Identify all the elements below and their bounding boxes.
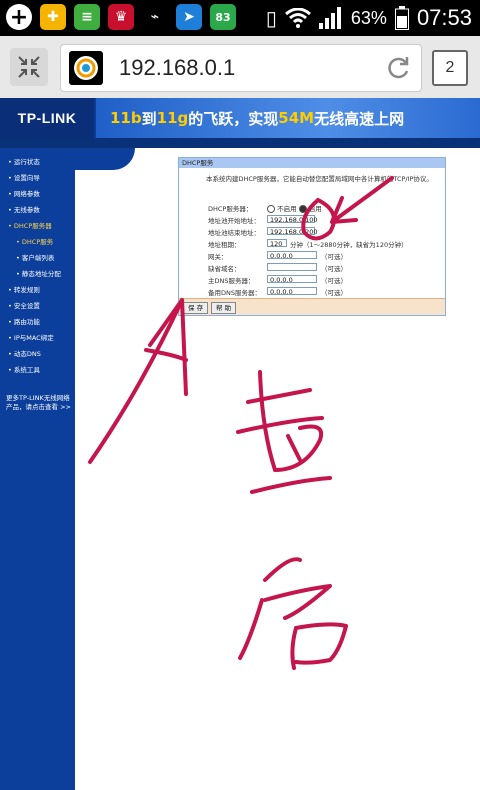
nav-forwarding[interactable]: • 转发规则 (8, 284, 40, 294)
plus-icon: + (6, 4, 32, 30)
collapse-arrows-icon (18, 56, 40, 78)
wifi-icon (284, 8, 311, 28)
nav-dhcp-service[interactable]: • DHCP服务 (16, 236, 53, 246)
nav-system-tools[interactable]: • 系统工具 (8, 364, 40, 374)
nav-routing[interactable]: • 路由功能 (8, 316, 40, 326)
vibrate-icon: ▯ (265, 7, 277, 30)
tabs-button[interactable]: 2 (432, 50, 468, 86)
enable-label: 启用 (308, 205, 322, 213)
end-address-label: 地址池结束地址： (208, 229, 260, 237)
exit-fullscreen-button[interactable] (10, 48, 48, 86)
nav-ddns[interactable]: • 动态DNS (8, 348, 41, 358)
nav-security[interactable]: • 安全设置 (8, 300, 40, 310)
browser-logo-icon (74, 56, 98, 80)
site-favicon (69, 51, 103, 85)
slogan-part3: 11g (156, 109, 189, 127)
more-products-link[interactable]: 更多TP-LINK无线网络产品，请点击查看 >> (6, 394, 72, 412)
tplink-logo: TP-LINK (0, 98, 94, 138)
signal-icon (318, 7, 341, 29)
nav-setup-wizard[interactable]: • 设置向导 (8, 172, 40, 182)
slogan-part2: 到 (141, 109, 157, 128)
dhcp-panel: DHCP服务 本系统内建DHCP服务器，它能自动替您配置局域网中各计算机的TCP… (178, 157, 446, 316)
battery-percent: 63% (350, 7, 387, 28)
disable-label: 不启用 (277, 205, 297, 213)
gateway-input[interactable]: 0.0.0.0 (267, 251, 317, 260)
nav-running-status[interactable]: • 运行状态 (8, 156, 40, 166)
nav-static-allocation[interactable]: • 静态地址分配 (16, 268, 61, 278)
system-status: ▯ 63% 07:53 (266, 5, 472, 31)
browser-toolbar: 192.168.0.1 2 (0, 36, 480, 99)
shield-app-icon: ✚ (40, 4, 66, 30)
slogan-part6: 无线高速上网 (314, 109, 405, 128)
notification-icons: + ✚ ≡ ♛ ⌁ ➤ 83 (6, 4, 236, 30)
router-slogan: 11b 到 11g 的飞跃，实现 54M 无线高速上网 (96, 98, 480, 138)
usb-icon: ⌁ (142, 4, 168, 30)
game-app-icon: ♛ (108, 4, 134, 30)
reader-app-icon: ≡ (74, 4, 100, 30)
enable-radio[interactable] (298, 205, 307, 213)
slogan-part4: 的飞跃，实现 (188, 109, 279, 128)
gateway-label: 网关： (208, 253, 228, 261)
lease-hint: 分钟（1～2880分钟，缺省为120分钟） (290, 241, 408, 249)
nav-network[interactable]: • 网络参数 (8, 188, 40, 198)
save-button[interactable]: 保 存 (183, 302, 209, 314)
domain-label: 缺省域名： (208, 265, 241, 273)
clock: 07:53 (416, 5, 472, 30)
header-strip (0, 138, 480, 148)
slogan-part1: 11b (110, 109, 142, 127)
status-bar: + ✚ ≡ ♛ ⌁ ➤ 83 ▯ 63% 07:53 (0, 0, 480, 36)
dns2-label: 备用DNS服务器： (208, 289, 261, 297)
start-address-input[interactable]: 192.168.0.100 (267, 215, 318, 224)
lease-label: 地址租期： (208, 241, 241, 249)
battery-icon (394, 6, 409, 30)
dns1-input[interactable]: 0.0.0.0 (267, 275, 317, 284)
nav-dhcp-server[interactable]: • DHCP服务器 (8, 220, 52, 230)
nav-wireless[interactable]: • 无线参数 (8, 204, 40, 214)
url-text[interactable]: 192.168.0.1 (119, 55, 235, 81)
domain-optional: （可选） (321, 265, 347, 273)
gateway-optional: （可选） (321, 253, 347, 261)
end-address-input[interactable]: 192.168.0.200 (267, 227, 318, 236)
start-address-label: 地址池开始地址： (208, 217, 260, 225)
router-sidebar: • 运行状态 • 设置向导 • 网络参数 • 无线参数 • DHCP服务器 • … (0, 148, 75, 790)
help-button[interactable]: 帮 助 (211, 302, 237, 314)
reload-icon[interactable] (385, 55, 411, 81)
disable-radio[interactable] (267, 205, 275, 213)
sms-app-icon: 83 (210, 4, 236, 30)
nav-client-list[interactable]: • 客户端列表 (16, 252, 54, 262)
dns2-optional: （可选） (321, 289, 347, 297)
dns1-optional: （可选） (321, 277, 347, 285)
slogan-part5: 54M (278, 109, 315, 127)
dns2-input[interactable]: 0.0.0.0 (267, 287, 317, 296)
router-header: TP-LINK 11b 到 11g 的飞跃，实现 54M 无线高速上网 (0, 98, 480, 138)
lease-input[interactable]: 120 (267, 239, 287, 248)
dhcp-toggle-group: 不启用 启用 (267, 203, 322, 213)
pin-app-icon: ➤ (176, 4, 202, 30)
panel-description: 本系统内建DHCP服务器，它能自动替您配置局域网中各计算机的TCP/IP协议。 (206, 175, 433, 183)
address-bar[interactable]: 192.168.0.1 (60, 44, 422, 92)
dns1-label: 主DNS服务器： (208, 277, 255, 285)
nav-ip-mac-binding[interactable]: • IP与MAC绑定 (8, 332, 54, 342)
panel-title: DHCP服务 (179, 158, 445, 168)
panel-footer: 保 存 帮 助 (179, 298, 445, 315)
domain-input[interactable] (267, 263, 317, 271)
dhcp-server-label: DHCP服务器： (208, 205, 253, 213)
